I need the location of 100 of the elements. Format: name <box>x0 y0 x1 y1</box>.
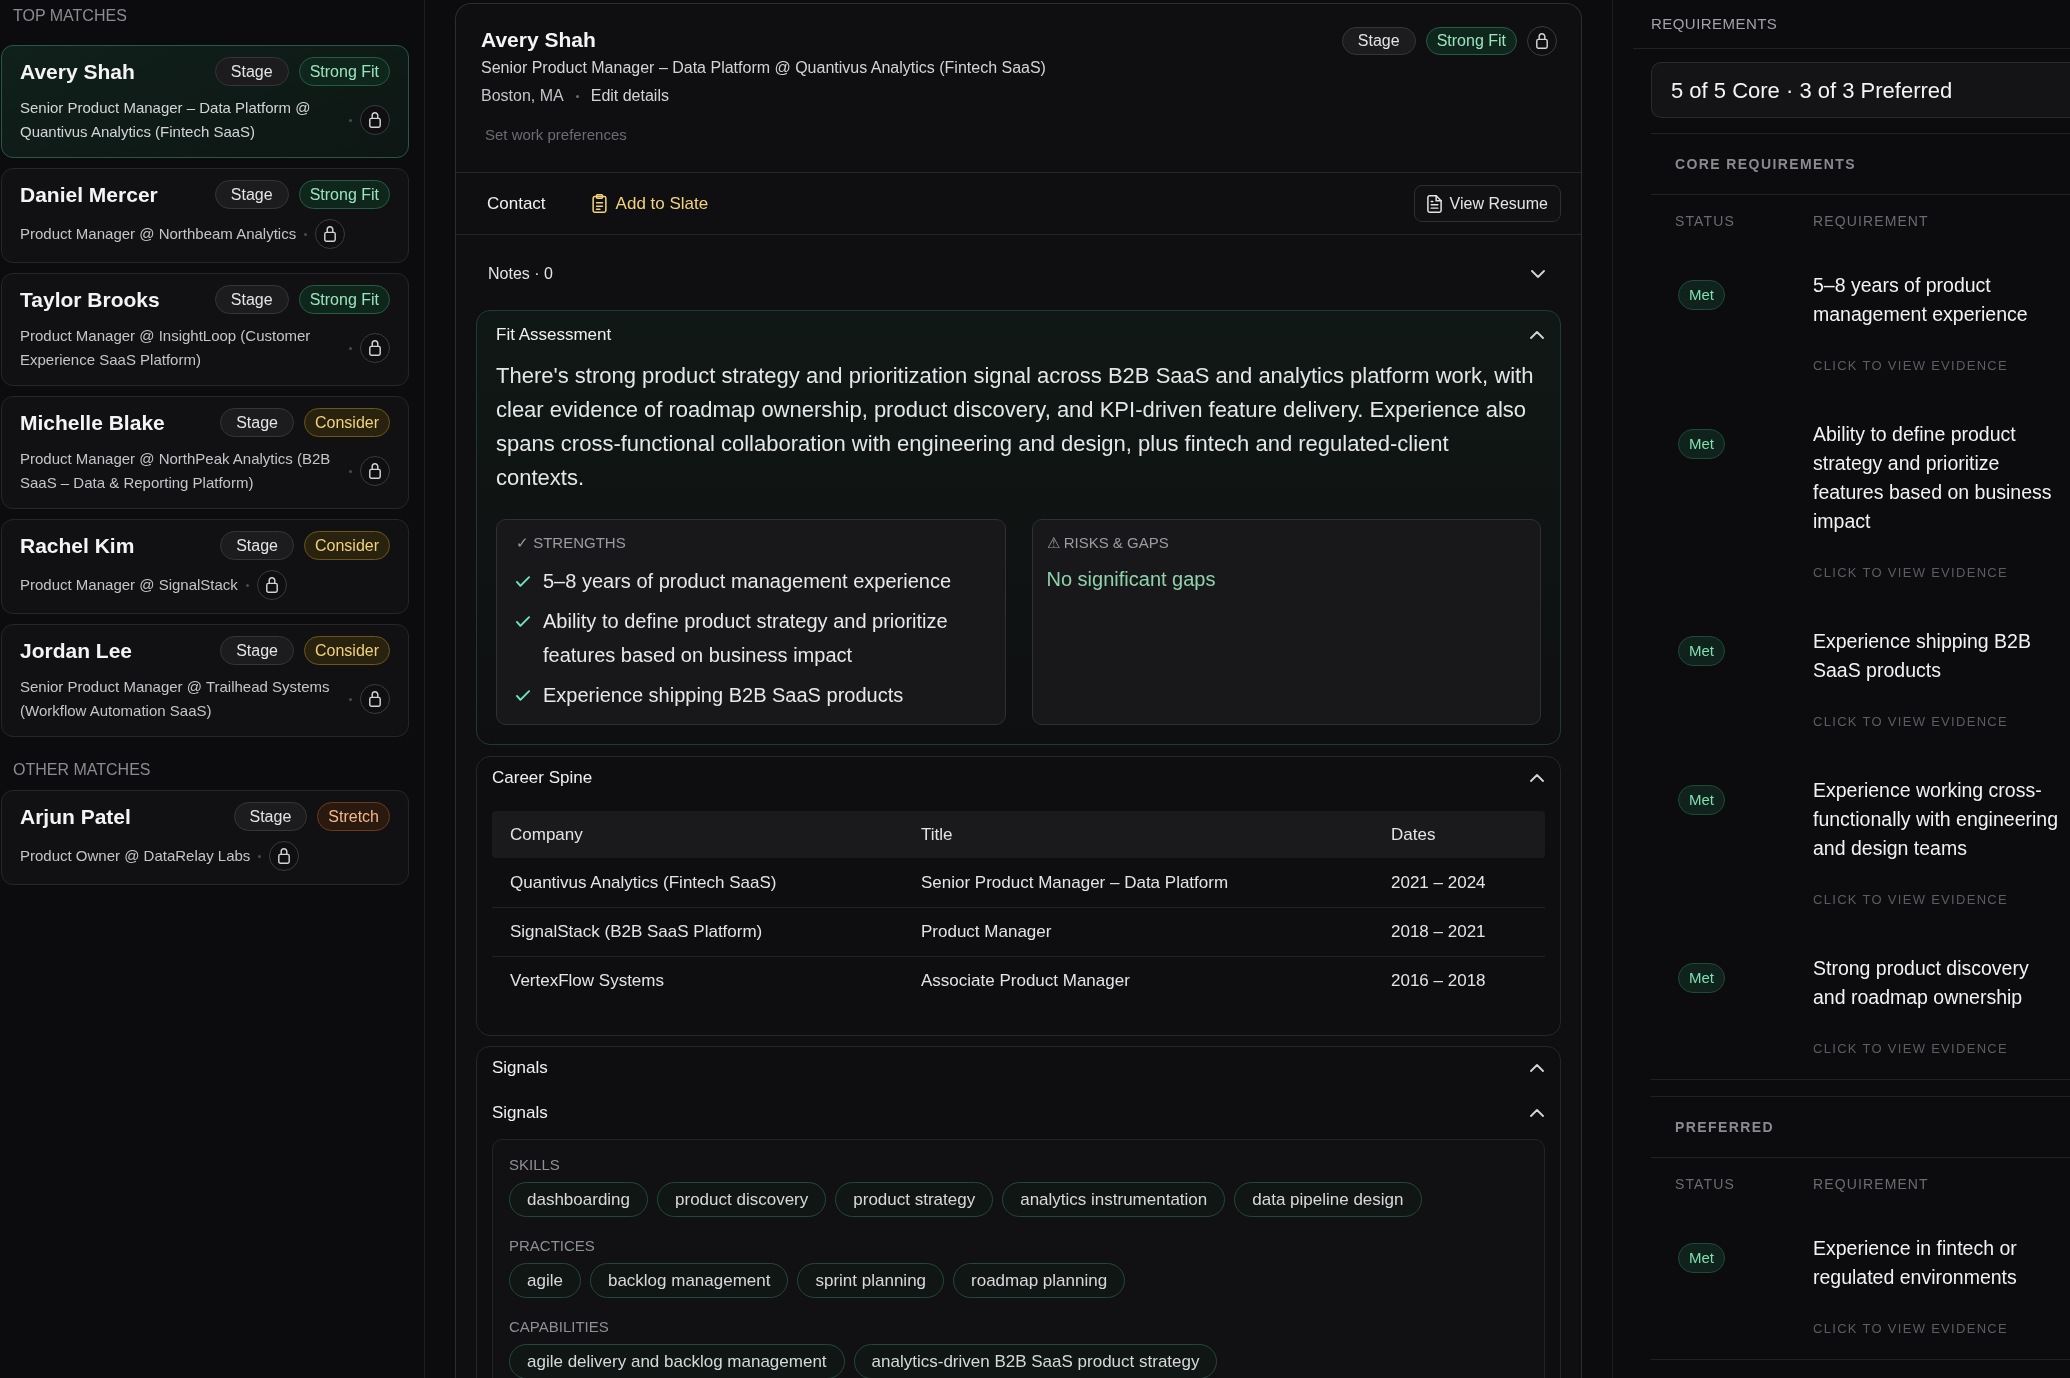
table-cell-text: Quantivus Analytics (Fintech SaaS) <box>509 871 778 894</box>
table-cell-text: VertexFlow Systems <box>509 970 665 993</box>
section-heading: CORE REQUIREMENTS <box>1675 154 1856 174</box>
fit-badge: Consider <box>303 636 390 665</box>
candidate-headline: Product Manager @ NorthPeak Analytics (B2B SaaS – Data & Reporting Platform) <box>20 449 332 493</box>
column-header: Title <box>920 823 954 846</box>
lock-icon <box>369 112 381 128</box>
signal-tag: analytics-driven B2B SaaS product strategy <box>853 1344 1218 1378</box>
signal-tag: analytics instrumentation <box>1002 1182 1226 1217</box>
edit-details-link[interactable]: Edit details <box>590 84 669 108</box>
status-badge: Met <box>1678 785 1725 815</box>
column-header: Dates <box>1390 823 1437 846</box>
candidate-name: Daniel Mercer <box>20 182 158 208</box>
lock-icon <box>369 463 381 479</box>
stage-button[interactable]: Stage <box>214 180 289 209</box>
signal-tag: agile <box>509 1263 581 1298</box>
strength-item: Ability to define product strategy and prioritize features based on business impact <box>543 609 949 668</box>
section-toggle[interactable]: Signals <box>492 1047 1545 1089</box>
candidate-name: Rachel Kim <box>20 533 135 559</box>
fit-badge: Strong Fit <box>298 180 390 209</box>
stage-button[interactable]: Stage <box>220 636 294 665</box>
signal-tag: data pipeline design <box>1234 1182 1422 1217</box>
set-preferences-link[interactable]: Set work preferences <box>485 126 627 143</box>
document-icon <box>1426 194 1442 213</box>
fit-badge: Strong Fit <box>298 285 390 314</box>
fit-badge: Strong Fit <box>298 57 390 86</box>
candidate-card[interactable]: Daniel Mercer Stage Strong Fit Product Manager @ Northbeam Analytics <box>1 168 409 263</box>
lock-icon <box>324 226 337 242</box>
requirements-summary: 5 of 5 Core · 3 of 3 Preferred <box>1651 62 2070 118</box>
candidate-card[interactable]: Rachel Kim Stage Consider Product Manager @ SignalStack <box>1 519 409 614</box>
fit-badge: Consider <box>303 531 390 560</box>
check-icon <box>516 576 530 587</box>
lock-button[interactable] <box>269 841 300 871</box>
table-cell-text: Associate Product Manager <box>920 970 1131 993</box>
section-toggle[interactable]: Signals <box>492 1089 1545 1137</box>
candidate-name: Michelle Blake <box>20 410 165 436</box>
candidate-headline: Senior Product Manager – Data Platform @ Quantivus Analytics (Fintech SaaS) <box>481 58 1046 78</box>
contact-button[interactable]: Contact <box>481 186 552 221</box>
candidate-headline: Senior Product Manager @ Trailhead Systems (Workflow Automation SaaS) <box>20 677 331 721</box>
candidate-headline: Product Manager @ InsightLoop (Customer Experience SaaS Platform) <box>20 326 312 370</box>
stage-button[interactable]: Stage <box>214 285 289 314</box>
fit-badge: Strong Fit <box>1425 27 1517 55</box>
candidate-name: Arjun Patel <box>20 804 131 830</box>
requirement-text: Ability to define product strategy and prioritize features based on business impact <box>1813 422 2053 534</box>
strength-item: Experience shipping B2B SaaS products <box>543 683 904 708</box>
signal-tag: product discovery <box>657 1182 827 1217</box>
fit-summary: There's strong product strategy and prioritization signal across B2B SaaS and analytics platform work, with clear evidence of roadmap ownership, product discovery, and KPI-driven feature delivery. Experience also spans cross-functional collaboration with engineering and design, plus fintech and regulated-client contexts. <box>496 362 1535 492</box>
fit-badge: Stretch <box>317 802 390 831</box>
status-badge: Met <box>1678 280 1725 310</box>
signal-tag: product strategy <box>835 1182 994 1217</box>
lock-icon <box>1536 33 1548 49</box>
requirement-text: 5–8 years of product management experience <box>1813 273 2029 327</box>
candidate-card[interactable]: Avery Shah Stage Strong Fit Senior Product Manager – Data Platform @ Quantivus Analytics (Fintech SaaS) <box>1 45 409 158</box>
stage-button[interactable]: Stage <box>214 57 289 86</box>
lock-button[interactable] <box>360 684 390 714</box>
signal-tag: roadmap planning <box>953 1263 1126 1298</box>
clipboard-icon <box>591 194 607 213</box>
stage-button[interactable]: Stage <box>220 531 294 560</box>
section-toggle[interactable]: Fit Assessment <box>477 311 1560 359</box>
table-cell-text: 2016 – 2018 <box>1390 970 1487 993</box>
column-header: Company <box>509 823 584 846</box>
signal-tag: sprint planning <box>797 1263 945 1298</box>
panel-title: REQUIREMENTS <box>1651 13 1778 34</box>
requirement-text: Strong product discovery and roadmap ownership <box>1813 956 2030 1010</box>
view-resume-button[interactable]: View Resume <box>1413 185 1561 222</box>
status-badge: Met <box>1678 636 1725 666</box>
column-header: STATUS <box>1675 211 1735 231</box>
stage-button[interactable]: Stage <box>1341 27 1416 55</box>
lock-button[interactable] <box>256 570 287 600</box>
strength-item: 5–8 years of product management experience <box>543 569 952 594</box>
requirement-text: Experience working cross-functionally with engineering and design teams <box>1813 778 2059 861</box>
location-text: Boston, MA <box>481 86 564 106</box>
stage-button[interactable]: Stage <box>220 408 294 437</box>
check-icon <box>516 616 530 627</box>
lock-button[interactable] <box>360 456 390 486</box>
lock-button[interactable] <box>360 333 390 363</box>
risk-item: No significant gaps <box>1046 568 1216 590</box>
section-toggle[interactable]: Career Spine <box>492 757 1545 799</box>
candidate-card[interactable]: Michelle Blake Stage Consider Product Manager @ NorthPeak Analytics (B2B SaaS – Data & Reporting Platform) <box>1 396 409 509</box>
candidate-card[interactable]: Taylor Brooks Stage Strong Fit Product Manager @ InsightLoop (Customer Experience SaaS Platform) <box>1 273 409 386</box>
candidate-card[interactable]: Arjun Patel Stage Stretch Product Owner @ DataRelay Labs <box>1 790 409 885</box>
risks-heading: ⚠ RISKS & GAPS <box>1046 534 1169 551</box>
add-to-slate-button[interactable]: Add to Slate <box>585 186 715 221</box>
candidate-name: Jordan Lee <box>20 638 133 664</box>
notes-toggle[interactable]: Notes · 0 <box>476 251 1561 297</box>
signal-tag: backlog management <box>589 1263 789 1298</box>
stage-button[interactable]: Stage <box>233 802 308 831</box>
table-cell-text: 2021 – 2024 <box>1390 871 1487 894</box>
status-badge: Met <box>1678 1243 1725 1273</box>
table-cell-text: Product Manager <box>920 921 1053 944</box>
candidate-card[interactable]: Jordan Lee Stage Consider Senior Product Manager @ Trailhead Systems (Workflow Automation SaaS) <box>1 624 409 737</box>
lock-button[interactable] <box>1527 26 1557 56</box>
lock-button[interactable] <box>360 105 390 135</box>
section-heading: TOP MATCHES <box>13 6 127 26</box>
signal-tag: agile delivery and backlog management <box>509 1344 845 1378</box>
lock-button[interactable] <box>315 219 346 249</box>
lock-icon <box>369 691 381 707</box>
candidate-headline: Product Manager @ Northbeam Analytics <box>20 224 297 244</box>
group-label: SKILLS <box>509 1156 560 1173</box>
table-cell-text: Senior Product Manager – Data Platform <box>920 871 1230 894</box>
